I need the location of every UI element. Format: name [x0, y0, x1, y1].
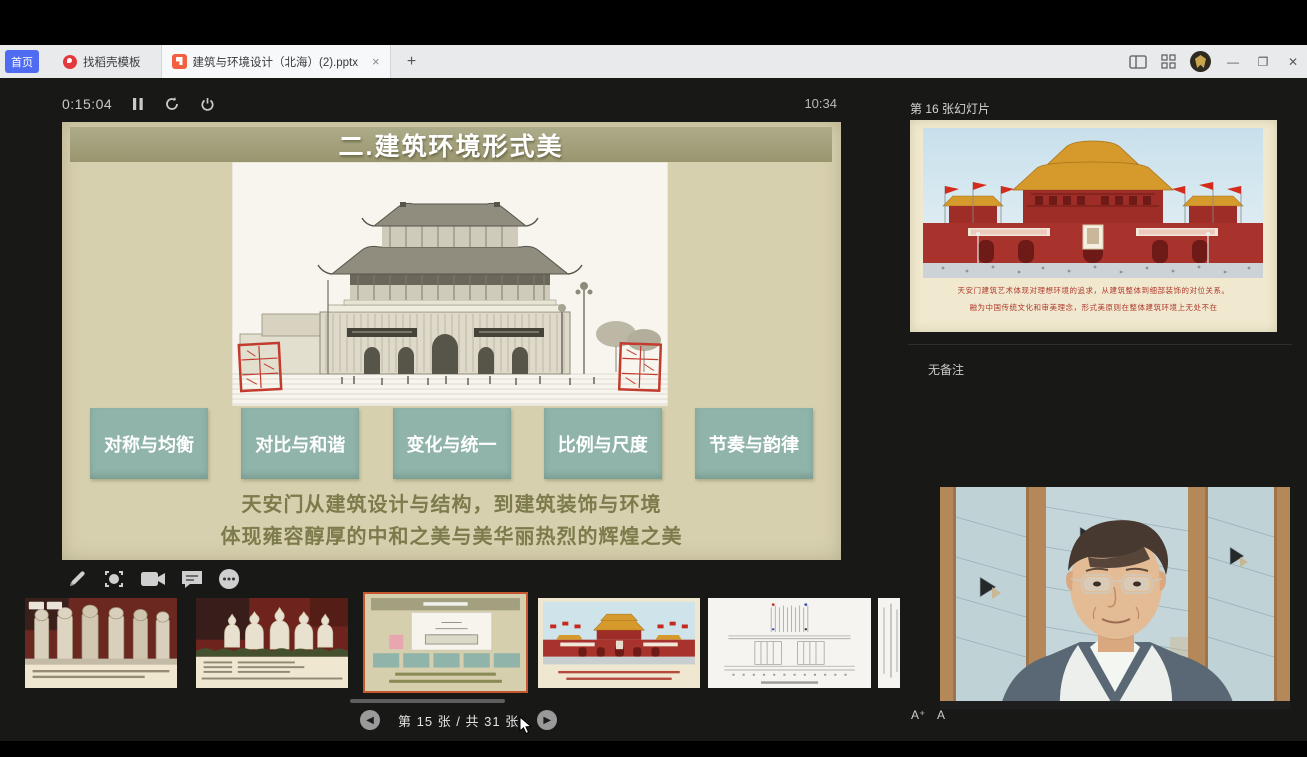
minimize-button[interactable]: — — [1225, 55, 1241, 69]
slide-caption-line1: 天安门从建筑设计与结构，到建筑装饰与环境 — [62, 488, 841, 517]
current-slide[interactable]: 二.建筑环境形式美 — [62, 122, 841, 560]
home-tab-label: 首页 — [11, 54, 33, 70]
speaker-portrait — [940, 487, 1290, 709]
docer-tab[interactable]: 找稻壳模板 — [53, 45, 151, 78]
thumbnail-image — [25, 598, 177, 688]
pager-label: 第 15 张 / 共 31 张 — [398, 711, 519, 730]
tiananmen-photo — [923, 128, 1263, 278]
pen-icon[interactable] — [66, 568, 88, 590]
thumbnail-image — [878, 598, 900, 688]
notes-font-decrease-button[interactable]: A — [937, 708, 945, 722]
tab-bar: 首页 找稻壳模板 建筑与环境设计（北海）(2).pptx × + — [0, 45, 1307, 78]
slide-chip-symmetry: 对称与均衡 — [90, 408, 208, 479]
next-arrow-icon: ▶ — [543, 715, 551, 726]
user-avatar[interactable] — [1190, 51, 1211, 72]
restore-button[interactable]: ❐ — [1255, 55, 1271, 69]
annotation-toolbar — [66, 568, 240, 590]
notes-empty-text: 无备注 — [928, 361, 964, 378]
chip-label: 节奏与韵律 — [709, 431, 799, 457]
comment-icon[interactable] — [180, 569, 204, 590]
notes-divider — [908, 344, 1292, 345]
close-window-button[interactable]: ✕ — [1285, 55, 1301, 69]
tab-close-icon[interactable]: × — [372, 54, 380, 69]
slide-thumbnail-17[interactable] — [708, 598, 871, 688]
laser-pointer-icon[interactable] — [102, 568, 126, 590]
chip-label: 变化与统一 — [407, 431, 497, 457]
ppt-file-icon — [172, 54, 187, 69]
split-view-icon[interactable] — [1129, 55, 1147, 69]
thumbnail-image — [538, 598, 700, 688]
next-slide-label: 第 16 张幻灯片 — [910, 100, 990, 117]
timer-value: 0:15:04 — [62, 96, 112, 112]
docer-tab-label: 找稻壳模板 — [83, 54, 141, 70]
slide-chip-variation: 变化与统一 — [393, 408, 511, 479]
grid-view-icon[interactable] — [1161, 54, 1176, 69]
mouse-cursor — [519, 716, 533, 735]
slide-thumbnail-14[interactable] — [196, 598, 348, 688]
slide-title-band: 二.建筑环境形式美 — [70, 127, 832, 162]
reset-icon[interactable] — [164, 96, 180, 112]
slide-button-row: 对称与均衡 对比与和谐 变化与统一 比例与尺度 节奏与韵律 — [90, 408, 813, 479]
notes-font-increase-button[interactable]: A⁺ — [911, 708, 925, 722]
wall-clock: 10:34 — [804, 96, 837, 111]
slide-chip-proportion: 比例与尺度 — [544, 408, 662, 479]
preview-caption-line2: 融为中国传统文化和审美理念，形式美原则在整体建筑环境上无处不在 — [910, 302, 1277, 313]
slide-caption-line2: 体现雍容醇厚的中和之美与美华丽热烈的辉煌之美 — [62, 520, 841, 549]
presenter-view: 0:15:04 10:34 二.建筑环境形式美 — [0, 78, 1307, 741]
chip-label: 对比与和谐 — [255, 431, 345, 457]
next-slide-preview[interactable]: 天安门建筑艺术体现对理想环境的追求，从建筑整体到细部装饰的对位关系。 融为中国传… — [910, 120, 1277, 332]
power-icon[interactable] — [200, 97, 215, 112]
prev-arrow-icon: ◀ — [366, 715, 374, 726]
chip-label: 比例与尺度 — [558, 431, 648, 457]
pause-icon[interactable] — [132, 97, 144, 111]
new-tab-button[interactable]: + — [401, 53, 423, 71]
more-icon[interactable] — [218, 568, 240, 590]
thumbnail-scrollbar[interactable] — [350, 699, 505, 703]
document-tab[interactable]: 建筑与环境设计（北海）(2).pptx × — [161, 45, 391, 78]
home-tab[interactable]: 首页 — [5, 50, 39, 73]
slide-chip-rhythm: 节奏与韵律 — [695, 408, 813, 479]
tiananmen-engraving-image — [232, 162, 668, 406]
thumbnail-image — [196, 598, 348, 688]
preview-caption-line1: 天安门建筑艺术体现对理想环境的追求，从建筑整体到细部装饰的对位关系。 — [910, 285, 1277, 296]
chip-label: 对称与均衡 — [104, 431, 194, 457]
next-slide-button[interactable]: ▶ — [537, 710, 557, 730]
docer-icon — [63, 55, 77, 69]
document-tab-title: 建筑与环境设计（北海）(2).pptx — [193, 54, 359, 70]
slide-thumbnail-16[interactable] — [538, 598, 700, 688]
window-controls: — ❐ ✕ — [1129, 45, 1301, 78]
rehearse-timer: 0:15:04 — [62, 96, 215, 112]
slide-title: 二.建筑环境形式美 — [339, 127, 564, 163]
slide-thumbnail-13[interactable] — [25, 598, 177, 688]
previous-slide-button[interactable]: ◀ — [360, 710, 380, 730]
slide-thumbnail-15-selected[interactable] — [363, 592, 528, 693]
webcam-video[interactable] — [940, 487, 1290, 709]
camera-icon[interactable] — [140, 569, 166, 589]
screen: 首页 找稻壳模板 建筑与环境设计（北海）(2).pptx × + — ❐ ✕ 0… — [0, 0, 1307, 757]
slide-chip-contrast: 对比与和谐 — [241, 408, 359, 479]
thumbnail-image — [708, 598, 871, 688]
thumbnail-image — [365, 594, 526, 691]
slide-thumbnail-18-partial[interactable] — [878, 598, 900, 688]
